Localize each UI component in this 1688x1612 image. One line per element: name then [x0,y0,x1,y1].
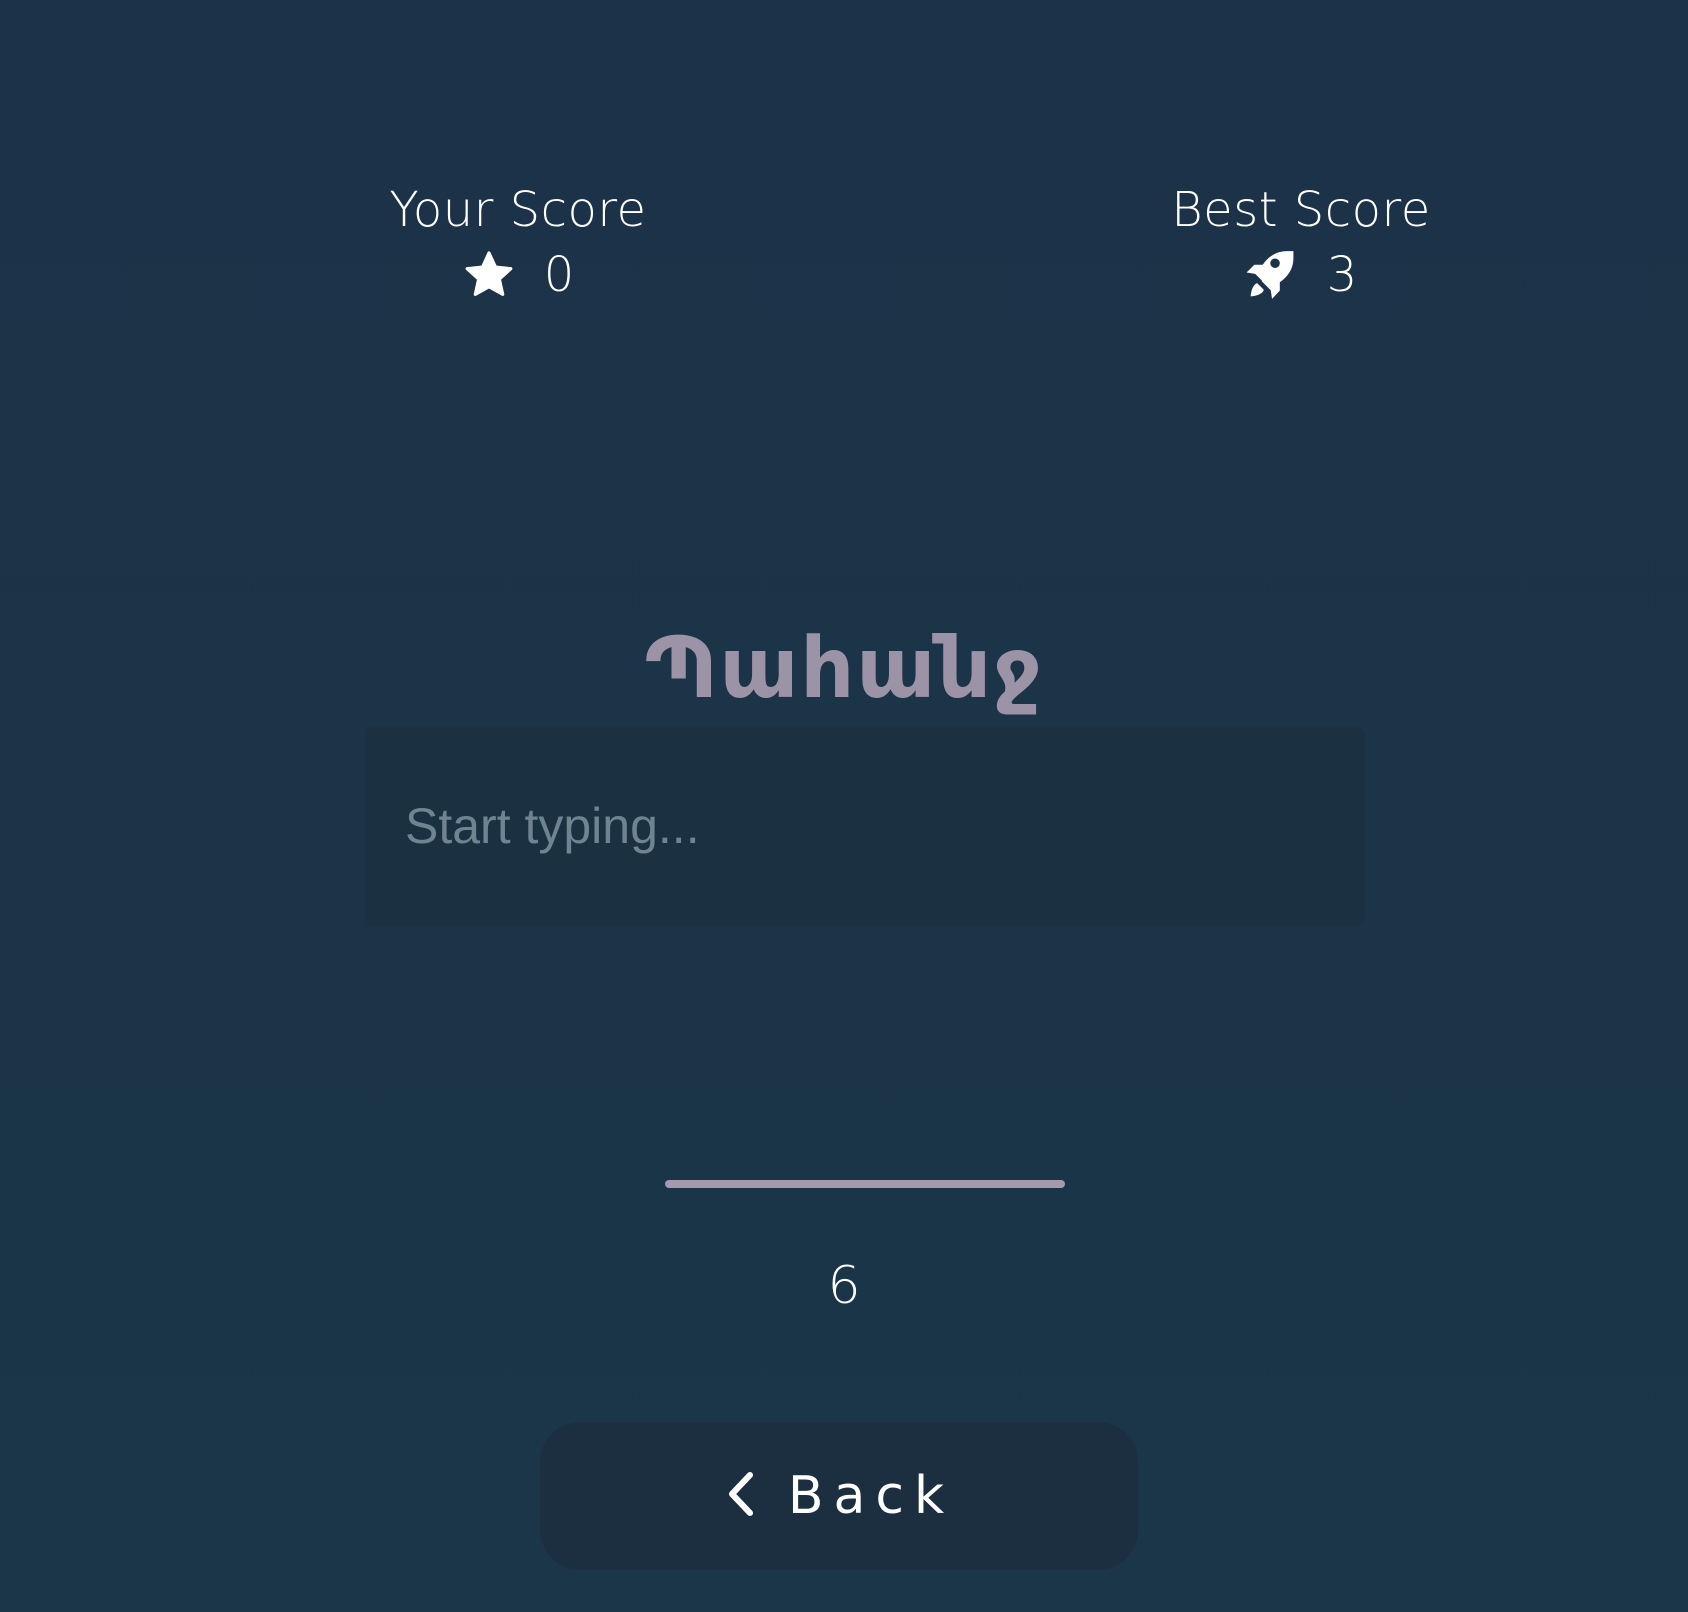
back-button[interactable]: Back [540,1422,1138,1570]
target-word: Պահանջ [644,619,1044,717]
star-icon [462,248,516,302]
best-score-row: 3 [1121,244,1481,306]
back-label: Back [787,1466,955,1526]
your-score-row: 0 [338,244,698,306]
typing-input[interactable] [365,726,1365,926]
best-score-value: 3 [1326,247,1358,303]
best-score-label: Best Score [1171,182,1431,238]
timer-bar-fill [665,1180,1065,1188]
best-score-panel: Best Score 3 [1121,180,1481,306]
your-score-panel: Your Score 0 [338,180,698,306]
your-score-value: 0 [543,247,575,303]
countdown-value: 6 [827,1256,861,1316]
rocket-icon [1245,248,1299,302]
your-score-label: Your Score [389,182,647,238]
timer-bar [665,1180,1065,1188]
chevron-left-icon [724,1469,758,1523]
